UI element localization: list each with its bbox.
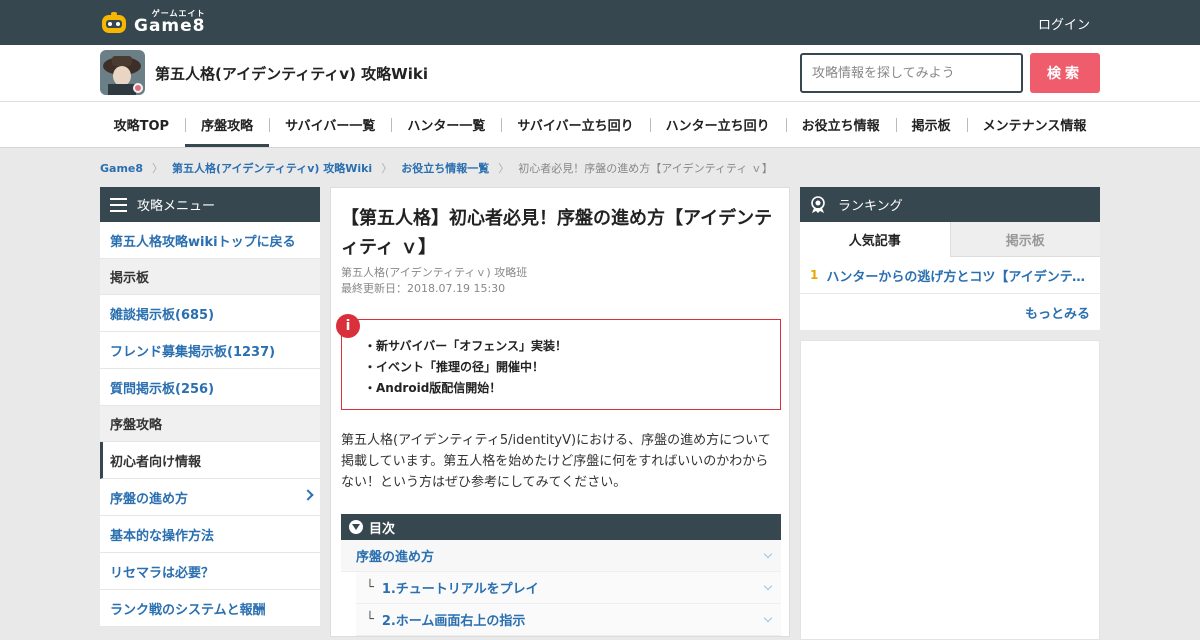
ranking-item-label: ハンターからの逃げ方とコツ【アイデンティティ ｖ】 [826,269,1092,285]
nav-item-early-game[interactable]: 序盤攻略 [185,102,270,147]
chevron-down-icon [763,581,773,591]
chevron-down-icon [763,549,773,559]
game-icon[interactable] [100,50,145,95]
top-bar: ゲームエイト Game8 ログイン [0,0,1200,45]
chevron-right-icon [302,489,314,501]
game-character-icon [100,50,145,95]
search-input[interactable] [800,53,1023,93]
see-more-link[interactable]: もっとみる [800,294,1100,330]
game8-mascot-icon [102,11,126,33]
ranking-panel: ランキング 人気記事 掲示板 1 ハンターからの逃げ方とコツ【アイデンティティ … [800,187,1100,330]
breadcrumb-current: 初心者必見！序盤の進め方【アイデンティティ ｖ】 [518,162,773,175]
toc-item[interactable]: 序盤の進め方 [341,540,781,572]
breadcrumb-link[interactable]: 第五人格(アイデンティティⅴ) 攻略Wiki [172,160,372,176]
strategy-menu: 攻略メニュー 第五人格攻略wikiトップに戻る 掲示板 雑談掲示板(685) フ… [100,187,320,627]
toc-header[interactable]: 目次 [341,514,781,540]
menu-icon [110,197,127,212]
site-header: 第五人格(アイデンティティⅴ) 攻略Wiki 検索 [0,45,1200,102]
toc-item-label: 2.ホーム画面右上の指示 [381,614,526,629]
breadcrumb-link[interactable]: お役立ち情報一覧 [401,160,489,176]
sidebar-item-wiki-top[interactable]: 第五人格攻略wikiトップに戻る [100,222,320,259]
ranking-item[interactable]: 1 ハンターからの逃げ方とコツ【アイデンティティ ｖ】 [800,257,1100,294]
ranking-header: ランキング [800,187,1100,222]
breadcrumb-separator-icon: 〉 [381,162,393,175]
notice-line[interactable]: ・イベント「推理の径」開催中！ [364,357,567,378]
main-nav: 攻略TOP 序盤攻略 サバイバー一覧 ハンター一覧 サバイバー立ち回り ハンター… [0,102,1200,148]
sidebar-item-ranked[interactable]: ランク戦のシステムと報酬 [100,590,320,627]
nav-item-maintenance[interactable]: メンテナンス情報 [966,102,1103,147]
sidebar-item-controls[interactable]: 基本的な操作方法 [100,516,320,553]
ranking-number: 1 [810,268,819,282]
nav-item-hunters[interactable]: ハンター一覧 [391,102,501,147]
sidebar-item-chat-forum[interactable]: 雑談掲示板(685) [100,295,320,332]
site-title[interactable]: 第五人格(アイデンティティⅴ) 攻略Wiki [155,63,428,84]
logo-text: Game8 [134,16,206,36]
sidebar-item-reroll[interactable]: リセマラは必要？ [100,553,320,590]
toc-item[interactable]: └ 2.ホーム画面右上の指示 [356,604,781,636]
strategy-menu-header[interactable]: 攻略メニュー [100,187,320,222]
breadcrumb-separator-icon: 〉 [152,162,164,175]
nav-item-top[interactable]: 攻略TOP [98,102,185,147]
ranking-tabs: 人気記事 掲示板 [800,222,1100,257]
sidebar-item-label: 序盤の進め方 [110,491,189,507]
sidebar-section-early-game: 序盤攻略 [100,406,320,442]
nav-item-survivor-tactics[interactable]: サバイバー立ち回り [501,102,649,147]
nav-item-hunter-tactics[interactable]: ハンター立ち回り [649,102,786,147]
tab-popular-articles[interactable]: 人気記事 [800,222,950,257]
tab-forum[interactable]: 掲示板 [949,222,1100,257]
nav-item-forum[interactable]: 掲示板 [895,102,967,147]
toc-item-label: 1.チュートリアルをプレイ [381,582,539,597]
toc-item-label: 序盤の進め方 [356,550,435,565]
sidebar-item-beginner-info[interactable]: 初心者向け情報 [100,442,320,479]
breadcrumb-separator-icon: 〉 [498,162,510,175]
notice-line[interactable]: ・新サバイバー「オフェンス」実装！ [364,336,567,357]
breadcrumb: Game8 〉 第五人格(アイデンティティⅴ) 攻略Wiki 〉 お役立ち情報一… [100,160,773,176]
article: 【第五人格】初心者必見！序盤の進め方【アイデンティティ ｖ】 第五人格(アイデン… [330,187,790,637]
medal-icon [811,195,825,213]
tree-branch-icon: └ [366,612,374,627]
notice-line[interactable]: ・Android版配信開始！ [364,378,567,399]
sidebar-section-forum: 掲示板 [100,259,320,295]
info-icon: i [336,314,360,338]
game8-logo[interactable]: ゲームエイト Game8 [100,10,206,35]
toc-item[interactable]: └ 1.チュートリアルをプレイ [356,572,781,604]
ad-placeholder [800,340,1100,640]
notice-box: i ・新サバイバー「オフェンス」実装！ ・イベント「推理の径」開催中！ ・And… [336,314,781,410]
table-of-contents: 目次 序盤の進め方 └ 1.チュートリアルをプレイ └ 2.ホーム画面右上の指示 [341,514,781,636]
ranking-title: ランキング [838,199,903,214]
nav-item-useful-info[interactable]: お役立ち情報 [785,102,896,147]
sidebar-item-early-progress[interactable]: 序盤の進め方 [100,479,320,516]
article-updated: 最終更新日：2018.07.19 15:30 [341,282,506,295]
login-link[interactable]: ログイン [1038,14,1090,33]
search-button[interactable]: 検索 [1030,53,1100,93]
chevron-down-circle-icon [349,520,363,534]
toc-title: 目次 [369,521,396,537]
article-byline: 第五人格(アイデンティティｖ) 攻略班 最終更新日：2018.07.19 15:… [341,265,527,297]
nav-item-survivors[interactable]: サバイバー一覧 [269,102,391,147]
article-author: 第五人格(アイデンティティｖ) 攻略班 [341,266,528,279]
sidebar-item-question-forum[interactable]: 質問掲示板(256) [100,369,320,406]
breadcrumb-link[interactable]: Game8 [100,162,143,175]
chevron-down-icon [763,613,773,623]
article-intro: 第五人格(アイデンティティ5/identityⅤ)における、序盤の進め方について… [341,433,771,490]
strategy-menu-title: 攻略メニュー [137,199,216,214]
sidebar-item-friend-forum[interactable]: フレンド募集掲示板(1237) [100,332,320,369]
article-title: 【第五人格】初心者必見！序盤の進め方【アイデンティティ ｖ】 [341,208,773,258]
tree-branch-icon: └ [366,580,374,595]
